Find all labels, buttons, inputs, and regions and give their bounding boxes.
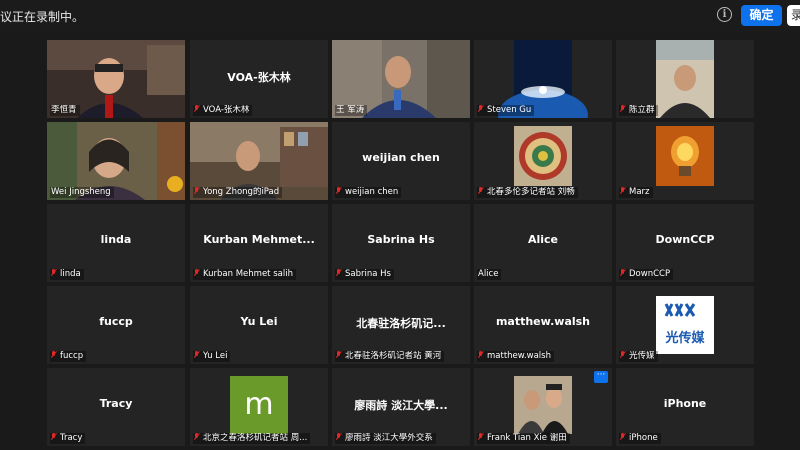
participant-tile[interactable]: m 北京之春洛杉矶记者站 周... — [190, 368, 328, 446]
participant-center-name: VOA-张木林 — [227, 71, 291, 84]
participant-label: 光传媒 — [619, 351, 658, 362]
muted-mic-icon — [194, 187, 200, 195]
participant-label: 陈立群 — [619, 105, 658, 116]
participant-tile[interactable]: DownCCP DownCCP — [616, 204, 754, 282]
muted-mic-icon — [620, 105, 626, 113]
participant-center-name: matthew.walsh — [495, 315, 591, 328]
participant-tile[interactable]: 陈立群 — [616, 40, 754, 118]
muted-mic-icon — [51, 269, 57, 277]
participant-tile[interactable]: 廖雨詩 淡江大學... 廖雨詩 淡江大學外交系 — [332, 368, 470, 446]
participant-label: VOA-张木林 — [193, 105, 253, 116]
muted-mic-icon — [336, 433, 342, 441]
participant-label: 王 军涛 — [335, 105, 368, 116]
participant-label: Frank Tian Xie 谢田 — [477, 433, 570, 444]
participant-center-name: weijian chen — [362, 151, 440, 164]
participant-center-name: 北春驻洛杉矶记... — [356, 317, 446, 330]
participant-label: linda — [50, 269, 84, 280]
participant-tile[interactable]: weijian chen weijian chen — [332, 122, 470, 200]
participant-center-name: Sabrina Hs — [367, 233, 435, 246]
participant-center-name: fuccp — [99, 315, 133, 328]
participant-tile[interactable]: Steven Gu — [474, 40, 612, 118]
muted-mic-icon — [336, 269, 342, 277]
participant-label: 廖雨詩 淡江大學外交系 — [335, 433, 436, 444]
muted-mic-icon — [51, 433, 57, 441]
more-options-button[interactable]: ··· — [594, 371, 608, 383]
muted-mic-icon — [478, 351, 484, 359]
top-notification-bar: 议正在录制中。 i 确定 录 — [0, 0, 800, 32]
muted-mic-icon — [336, 351, 342, 359]
participant-label: Marz — [619, 187, 653, 198]
recording-notice: 议正在录制中。 — [0, 10, 85, 24]
participant-tile[interactable]: 光传媒 光传媒 — [616, 286, 754, 364]
participant-center-name: Alice — [527, 233, 559, 246]
participant-center-name: linda — [100, 233, 132, 246]
muted-mic-icon — [194, 351, 200, 359]
participant-label: Sabrina Hs — [335, 269, 394, 280]
participant-label: Wei Jingsheng — [50, 187, 114, 198]
participant-label: weijian chen — [335, 187, 402, 198]
participant-label: Alice — [477, 269, 502, 280]
muted-mic-icon — [194, 105, 200, 113]
participant-tile[interactable]: Sabrina Hs Sabrina Hs — [332, 204, 470, 282]
participant-center-name: Kurban Mehmet... — [203, 233, 315, 246]
muted-mic-icon — [620, 269, 626, 277]
participant-tile[interactable]: Kurban Mehmet... Kurban Mehmet salih — [190, 204, 328, 282]
participant-tile[interactable]: 王 军涛 — [332, 40, 470, 118]
participant-tile[interactable]: Alice Alice — [474, 204, 612, 282]
participant-tile[interactable]: Yong Zhong的iPad — [190, 122, 328, 200]
participant-tile-active-speaker[interactable]: Wei Jingsheng — [47, 122, 185, 200]
muted-mic-icon — [194, 433, 200, 441]
participant-center-name: DownCCP — [655, 233, 715, 246]
muted-mic-icon — [51, 351, 57, 359]
participant-label: fuccp — [50, 351, 87, 362]
participant-tile[interactable]: Marz — [616, 122, 754, 200]
participant-tile[interactable]: Yu Lei Yu Lei — [190, 286, 328, 364]
participant-label: Yu Lei — [193, 351, 231, 362]
participant-label: 北春驻洛杉矶记者站 黄河 — [335, 351, 445, 362]
participant-label: 北春多伦多记者站 刘畅 — [477, 187, 578, 198]
muted-mic-icon — [620, 187, 626, 195]
participant-label: Tracy — [50, 433, 86, 444]
muted-mic-icon — [336, 187, 342, 195]
confirm-button[interactable]: 确定 — [741, 5, 782, 26]
muted-mic-icon — [478, 105, 484, 113]
muted-mic-icon — [194, 269, 200, 277]
participant-tile[interactable]: fuccp fuccp — [47, 286, 185, 364]
participant-label: matthew.walsh — [477, 351, 554, 362]
participant-label: iPhone — [619, 433, 661, 444]
participant-label: Steven Gu — [477, 105, 535, 116]
participant-tile[interactable]: Tracy Tracy — [47, 368, 185, 446]
secondary-button[interactable]: 录 — [787, 5, 800, 26]
participant-tile[interactable]: iPhone iPhone — [616, 368, 754, 446]
avatar-letter: m — [244, 387, 273, 422]
participant-center-name: Yu Lei — [240, 315, 278, 328]
participant-label: 李恒青 — [50, 105, 80, 116]
participant-tile[interactable]: Frank Tian Xie 谢田 — [474, 368, 612, 446]
participant-center-name: Tracy — [99, 397, 133, 410]
participant-label: Kurban Mehmet salih — [193, 269, 296, 280]
gcm-logo-text: 光传媒 — [664, 330, 705, 346]
participant-tile[interactable]: VOA-张木林 VOA-张木林 — [190, 40, 328, 118]
participant-tile[interactable]: linda linda — [47, 204, 185, 282]
participant-center-name: iPhone — [663, 397, 707, 410]
participant-tile[interactable]: 北春驻洛杉矶记... 北春驻洛杉矶记者站 黄河 — [332, 286, 470, 364]
participant-tile[interactable]: 北春多伦多记者站 刘畅 — [474, 122, 612, 200]
participant-label: 北京之春洛杉矶记者站 周... — [193, 433, 311, 444]
participant-center-name: 廖雨詩 淡江大學... — [354, 399, 448, 412]
participant-tile[interactable]: 李恒青 — [47, 40, 185, 118]
participant-label: DownCCP — [619, 269, 674, 280]
muted-mic-icon — [620, 433, 626, 441]
participant-label: Yong Zhong的iPad — [193, 187, 283, 198]
info-icon[interactable]: i — [717, 7, 732, 22]
muted-mic-icon — [478, 187, 484, 195]
muted-mic-icon — [620, 351, 626, 359]
participant-tile[interactable]: matthew.walsh matthew.walsh — [474, 286, 612, 364]
muted-mic-icon — [478, 433, 484, 441]
